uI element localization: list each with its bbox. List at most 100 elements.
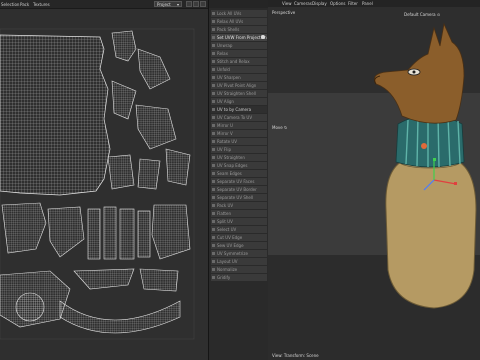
tool-item[interactable]: Relax All UVs <box>211 18 267 25</box>
viewport-menubar: View Cameras Display Options Filter Pane… <box>268 0 480 7</box>
layout-icon <box>212 260 215 263</box>
tool-item[interactable]: UV Pivot Point Align <box>211 82 267 89</box>
tool-item-label: Lock All UVs <box>217 11 242 16</box>
tool-item[interactable]: UV Align <box>211 98 267 105</box>
tool-item[interactable]: Separate UV Faces <box>211 178 267 185</box>
tool-item-label: Set UVW From Projection <box>217 35 267 40</box>
tool-item-label: Unfold <box>217 67 230 72</box>
select-icon <box>212 228 215 231</box>
tool-item[interactable]: Separate UV Shell <box>211 194 267 201</box>
viewport-camera-label[interactable]: Default Camera ⊙ <box>404 12 440 17</box>
chevron-down-icon: ▾ <box>176 2 179 7</box>
uv-shell-base <box>73 268 135 290</box>
tool-item[interactable]: Mirror V <box>211 130 267 137</box>
tool-item[interactable]: Gridify <box>211 274 267 281</box>
menu-selection[interactable]: Selection <box>1 2 19 7</box>
tool-item-label: Pack UV <box>217 203 234 208</box>
stitch-icon <box>212 60 215 63</box>
uv-shell-column-2 <box>103 206 117 260</box>
uv-shell-ear-left <box>1 202 47 254</box>
tool-item[interactable]: Flatten <box>211 210 267 217</box>
tool-item[interactable]: Split UV <box>211 218 267 225</box>
canopic-jar-model[interactable] <box>364 20 480 310</box>
unfold-icon <box>212 68 215 71</box>
menu-filter[interactable]: Filter <box>348 1 358 6</box>
uv-shell-strip-b <box>137 48 171 90</box>
tool-item-label: Normalize <box>217 267 238 272</box>
tool-item-label: UV Pivot Point Align <box>217 83 257 88</box>
cut-icon <box>212 236 215 239</box>
tool-item[interactable]: Pack UV <box>211 202 267 209</box>
tool-item[interactable]: Layout UV <box>211 258 267 265</box>
tool-item-label: Stitch and Relax <box>217 59 250 64</box>
tool-item-label: Relax All UVs <box>217 19 244 24</box>
tool-item-label: UV Camera To UV <box>217 115 253 120</box>
tool-item[interactable]: Rotate UV <box>211 138 267 145</box>
tool-item[interactable]: Unwrap <box>211 42 267 49</box>
lock-icon <box>212 12 215 15</box>
tool-item-label: Sew UV Edge <box>217 243 244 248</box>
tool-item[interactable]: Relax <box>211 50 267 57</box>
menu-textures[interactable]: Textures <box>33 2 50 7</box>
tool-item[interactable]: Separate UV Border <box>211 186 267 193</box>
tool-item[interactable]: Mirror U <box>211 122 267 129</box>
tool-item[interactable]: Select UV <box>211 226 267 233</box>
tool-item[interactable]: UV Camera To UV <box>211 114 267 121</box>
3d-viewport[interactable]: View Cameras Display Options Filter Pane… <box>268 0 480 360</box>
menu-pack[interactable]: Pack <box>20 2 29 7</box>
uv-canvas[interactable] <box>0 9 208 360</box>
tool-item[interactable]: UV Sharpen <box>211 74 267 81</box>
projection-select-value: Project <box>157 2 171 7</box>
tool-item[interactable]: Pack Shells <box>211 26 267 33</box>
tool-item[interactable]: Sew UV Edge <box>211 242 267 249</box>
tool-item-label: Seam Edges <box>217 171 242 176</box>
close-icon[interactable] <box>200 1 206 7</box>
camera-icon <box>212 108 215 111</box>
grid-toggle-icon[interactable] <box>186 1 192 7</box>
separate-icon <box>212 188 215 191</box>
tool-item[interactable]: UV Flip <box>211 146 267 153</box>
tool-item-label: Cut UV Edge <box>217 235 243 240</box>
relax-icon <box>212 52 215 55</box>
unwrap-icon <box>212 44 215 47</box>
uv-shell-column-3 <box>119 208 135 260</box>
tool-item[interactable]: UV Symmetrize <box>211 250 267 257</box>
tool-item[interactable]: Lock All UVs <box>211 10 267 17</box>
relax-icon <box>212 20 215 23</box>
seam-icon <box>212 172 215 175</box>
tool-item-label: Separate UV Shell <box>217 195 254 200</box>
tool-item-label: Pack Shells <box>217 27 240 32</box>
jar-body <box>385 159 477 309</box>
tool-item[interactable]: UV Straighten <box>211 154 267 161</box>
tool-item[interactable]: UV Straighten Shell <box>211 90 267 97</box>
menu-options[interactable]: Options <box>330 1 345 6</box>
flip-icon <box>212 148 215 151</box>
tool-item-label: Separate UV Faces <box>217 179 255 184</box>
tool-item[interactable]: Cut UV Edge <box>211 234 267 241</box>
tool-item[interactable]: Normalize <box>211 266 267 273</box>
tool-item-label: UV Align <box>217 99 234 104</box>
tool-item[interactable]: Seam Edges <box>211 170 267 177</box>
menu-display[interactable]: Display <box>312 1 327 6</box>
tool-item-label: UV Straighten <box>217 155 245 160</box>
tool-item[interactable]: Stitch and Relax <box>211 58 267 65</box>
uv-shell-strip-c <box>111 80 137 120</box>
uv-shell-strip-a <box>111 30 137 62</box>
uv-shell-small-a <box>139 268 179 292</box>
menu-view[interactable]: View <box>282 1 292 6</box>
tool-item-label: Relax <box>217 51 228 56</box>
tool-item[interactable]: UV Snap Edges <box>211 162 267 169</box>
tool-item-label: Mirror U <box>217 123 233 128</box>
projection-select[interactable]: Project ▾ <box>154 1 182 7</box>
separate-icon <box>212 196 215 199</box>
tool-item[interactable]: Unfold <box>211 66 267 73</box>
menu-panel[interactable]: Panel <box>362 1 373 6</box>
tool-item-label: UV Flip <box>217 147 231 152</box>
tools-toolbar <box>209 0 269 8</box>
mirror-icon <box>212 124 215 127</box>
tool-item[interactable]: UV to by Camera <box>211 106 267 113</box>
tool-item[interactable]: Set UVW From Projection <box>211 34 267 41</box>
menu-cameras[interactable]: Cameras <box>294 1 312 6</box>
pack-icon <box>212 28 215 31</box>
frame-icon[interactable] <box>193 1 199 7</box>
